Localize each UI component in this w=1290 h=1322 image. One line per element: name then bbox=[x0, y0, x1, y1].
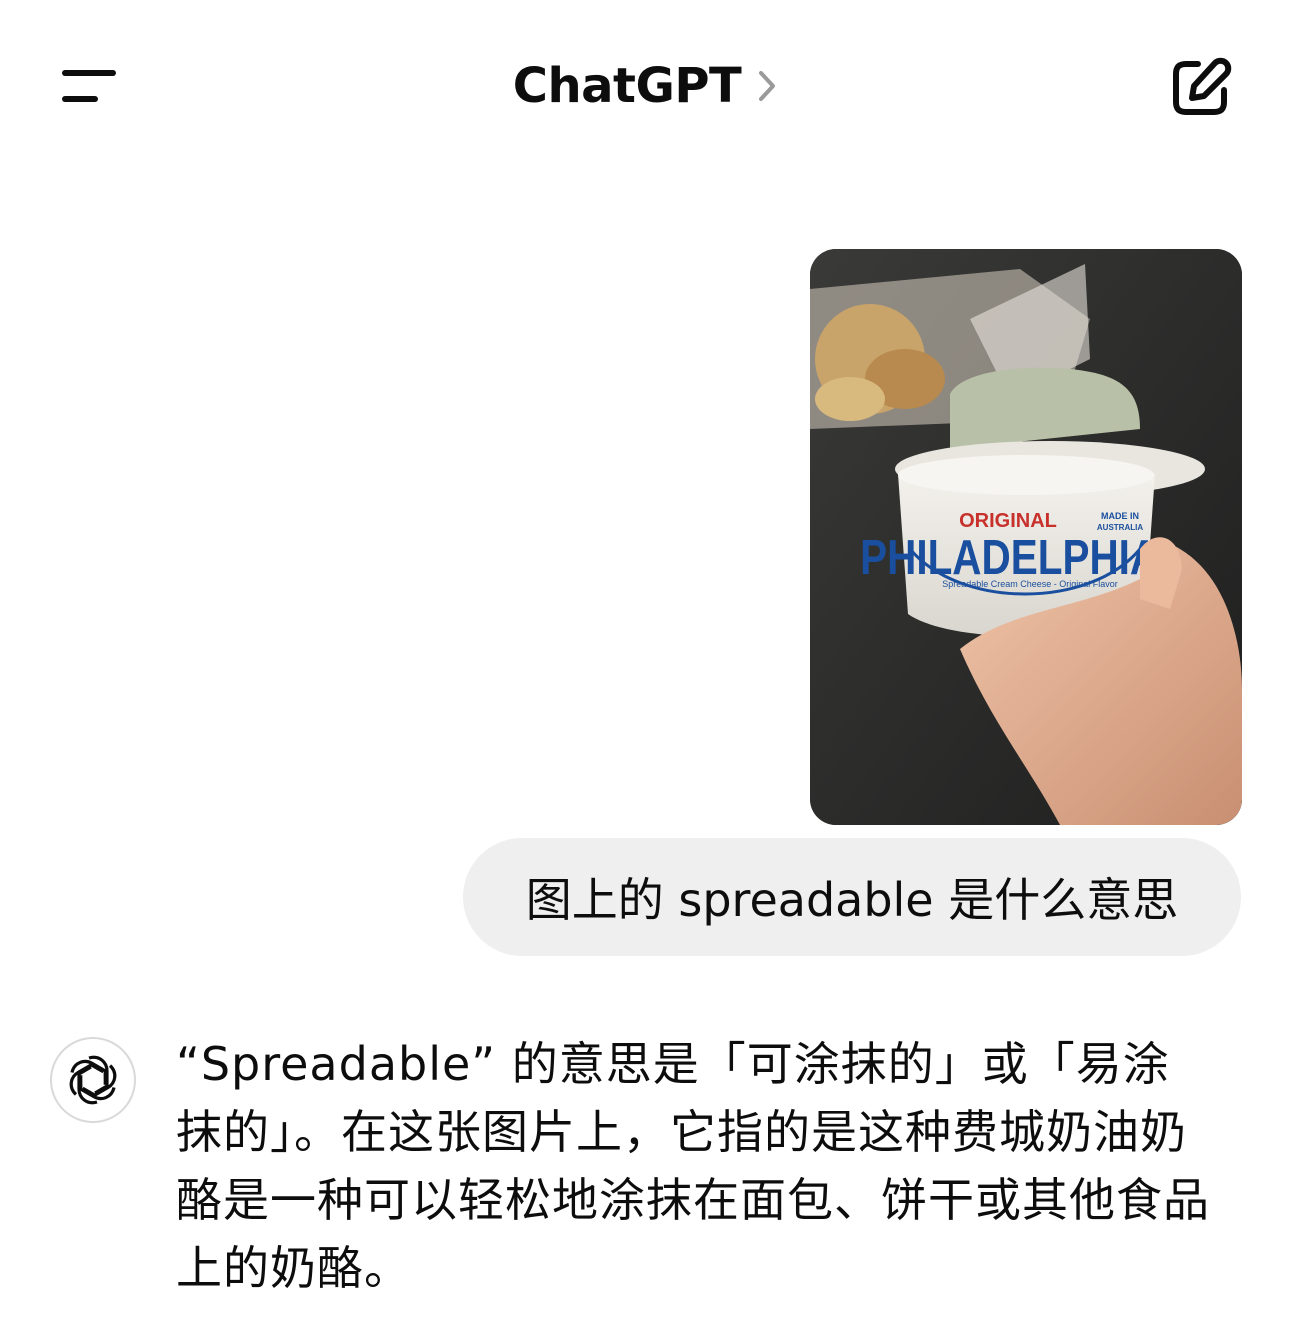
app-title: ChatGPT bbox=[512, 58, 742, 114]
assistant-message-text: “Spreadable” 的意思是「可涂抹的」或「易涂抹的」。在这张图片上，它指… bbox=[176, 1037, 1210, 1295]
user-message-text: 图上的 spreadable 是什么意思 bbox=[525, 873, 1179, 927]
uploaded-photo[interactable]: ORIGINAL PHILADELPHIA Spreadable Cream C… bbox=[810, 249, 1242, 825]
chevron-right-icon bbox=[759, 71, 776, 101]
new-chat-icon[interactable] bbox=[1168, 56, 1232, 120]
top-bar: ChatGPT bbox=[0, 0, 1290, 180]
title-wrap: ChatGPT bbox=[0, 58, 1290, 114]
user-message-bubble: 图上的 spreadable 是什么意思 bbox=[463, 838, 1241, 956]
label-australia: AUSTRALIA bbox=[1097, 523, 1143, 532]
label-brand: PHILADELPHIA bbox=[860, 529, 1159, 585]
cream-cheese-photo: ORIGINAL PHILADELPHIA Spreadable Cream C… bbox=[810, 249, 1242, 825]
label-subtitle: Spreadable Cream Cheese - Original Flavo… bbox=[942, 579, 1118, 589]
label-made-in: MADE IN bbox=[1101, 511, 1139, 521]
openai-logo-icon bbox=[69, 1055, 117, 1105]
assistant-avatar bbox=[50, 1037, 136, 1123]
model-selector[interactable]: ChatGPT bbox=[513, 58, 778, 114]
